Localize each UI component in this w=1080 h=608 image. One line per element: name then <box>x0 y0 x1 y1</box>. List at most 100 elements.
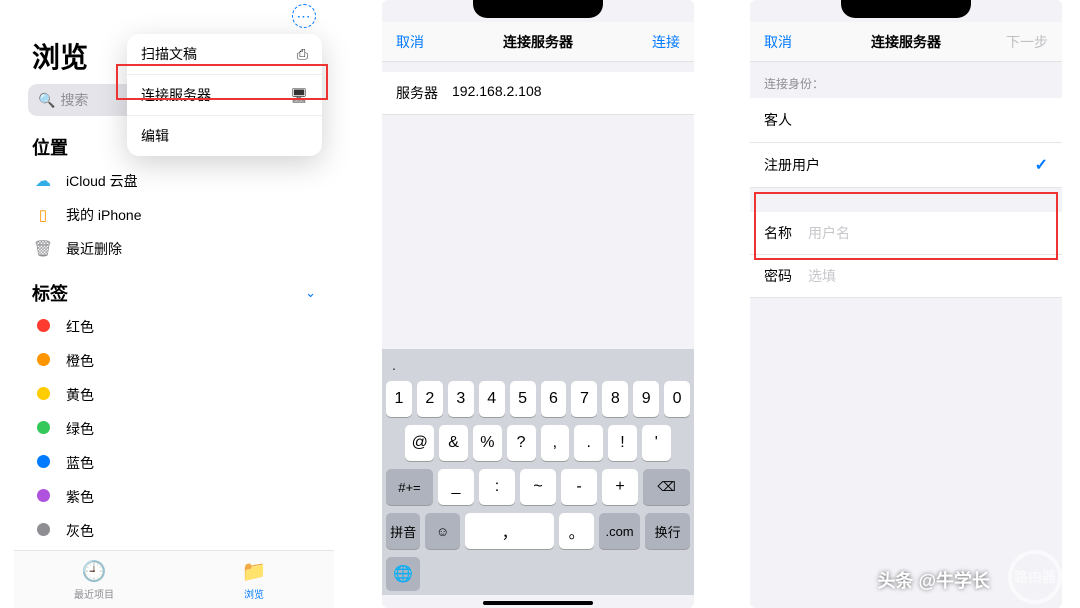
key[interactable]: @ <box>405 425 434 461</box>
username-placeholder: 用户名 <box>808 223 850 243</box>
tag-row[interactable]: 橙色 <box>14 344 334 378</box>
key[interactable]: . <box>574 425 603 461</box>
key[interactable]: 1 <box>386 381 412 417</box>
nav-bar: 取消 连接服务器 下一步 <box>750 22 1062 62</box>
key[interactable]: 5 <box>510 381 536 417</box>
connect-button[interactable]: 连接 <box>652 32 680 52</box>
cancel-button[interactable]: 取消 <box>396 32 424 52</box>
popover-scan[interactable]: 扫描文稿 ⎙ <box>127 34 322 75</box>
tag-label: 橙色 <box>66 351 94 371</box>
cancel-button[interactable]: 取消 <box>764 32 792 52</box>
location-icloud[interactable]: ☁iCloud 云盘 <box>14 164 334 198</box>
trash-icon: 🗑 <box>32 239 54 259</box>
notch <box>473 0 603 18</box>
watermark-text: 头条 @牛学长 <box>877 567 990 593</box>
keyboard-row-3: #+=_:~-+⌫ <box>382 465 694 509</box>
tag-label: 黄色 <box>66 385 94 405</box>
key[interactable]: ? <box>507 425 536 461</box>
key[interactable]: ' <box>642 425 671 461</box>
server-label: 服务器 <box>396 83 452 103</box>
tag-label: 蓝色 <box>66 453 94 473</box>
key-emoji[interactable]: ☺ <box>425 513 459 549</box>
key-dotcom[interactable]: .com <box>599 513 640 549</box>
search-placeholder: 搜索 <box>60 90 88 110</box>
key-globe[interactable]: 🌐 <box>386 557 420 591</box>
key[interactable]: 2 <box>417 381 443 417</box>
key[interactable]: , <box>541 425 570 461</box>
tag-dot-icon <box>32 489 54 505</box>
popover-scan-label: 扫描文稿 <box>141 44 197 64</box>
identity-note: 连接身份： <box>750 62 1062 98</box>
home-indicator[interactable] <box>483 601 593 605</box>
tag-row[interactable]: 蓝色 <box>14 446 334 480</box>
popover-connect-server[interactable]: 连接服务器 🖥 <box>127 75 322 116</box>
key[interactable]: 8 <box>602 381 628 417</box>
key[interactable]: _ <box>438 469 474 505</box>
key[interactable]: 7 <box>571 381 597 417</box>
password-field[interactable]: 密码 选填 <box>750 255 1062 298</box>
key[interactable]: ⌫ <box>643 469 690 505</box>
keyboard-prediction[interactable]: . <box>382 353 694 377</box>
tag-dot-icon <box>32 387 54 403</box>
identity-guest[interactable]: 客人 <box>750 98 1062 143</box>
key[interactable]: 4 <box>479 381 505 417</box>
location-trash[interactable]: 🗑最近删除 <box>14 232 334 266</box>
tag-dot-icon <box>32 353 54 369</box>
key[interactable]: & <box>439 425 468 461</box>
clock-icon: 🕘 <box>82 559 107 584</box>
tag-dot-icon <box>32 319 54 335</box>
key[interactable]: #+= <box>386 469 433 505</box>
tab-browse[interactable]: 📁浏览 <box>174 551 334 608</box>
key[interactable]: : <box>479 469 515 505</box>
nav-title: 连接服务器 <box>871 32 941 52</box>
server-value: 192.168.2.108 <box>452 83 542 103</box>
watermark-badge: 路由器 <box>1008 550 1062 604</box>
key[interactable]: + <box>602 469 638 505</box>
identity-registered[interactable]: 注册用户 ✓ <box>750 143 1062 188</box>
nav-bar: 取消 连接服务器 连接 <box>382 22 694 62</box>
key[interactable]: ! <box>608 425 637 461</box>
key[interactable]: ~ <box>520 469 556 505</box>
key[interactable]: % <box>473 425 502 461</box>
tag-label: 绿色 <box>66 419 94 439</box>
key-return[interactable]: 换行 <box>645 513 690 549</box>
more-menu-button[interactable]: ⋯ <box>292 4 316 28</box>
monitor-icon: 🖥 <box>290 87 308 104</box>
popover-edit[interactable]: 编辑 <box>127 116 322 156</box>
screenshot-browse: ⋯ 浏览 扫描文稿 ⎙ 连接服务器 🖥 编辑 🔍 搜索 位置 ⌄ ☁iCloud… <box>14 0 334 608</box>
tag-row[interactable]: 黄色 <box>14 378 334 412</box>
keyboard: . 1234567890 @&%?,.!' #+=_:~-+⌫ 拼音 ☺ ， 。… <box>382 349 694 595</box>
key[interactable]: - <box>561 469 597 505</box>
key-pinyin[interactable]: 拼音 <box>386 513 420 549</box>
tag-dot-icon <box>32 455 54 471</box>
username-field[interactable]: 名称 用户名 <box>750 212 1062 255</box>
next-button[interactable]: 下一步 <box>1006 32 1048 52</box>
notch <box>841 0 971 18</box>
popover-edit-label: 编辑 <box>141 126 169 146</box>
key-period[interactable]: 。 <box>559 513 593 549</box>
tag-row[interactable]: 灰色 <box>14 514 334 548</box>
more-popover: 扫描文稿 ⎙ 连接服务器 🖥 编辑 <box>127 34 322 156</box>
key[interactable]: 6 <box>541 381 567 417</box>
tags-header[interactable]: 标签 ⌄ <box>14 274 334 310</box>
tag-row[interactable]: 紫色 <box>14 480 334 514</box>
password-placeholder: 选填 <box>808 266 836 286</box>
chevron-down-icon: ⌄ <box>305 285 316 301</box>
popover-connect-label: 连接服务器 <box>141 85 211 105</box>
tag-label: 紫色 <box>66 487 94 507</box>
tab-recents[interactable]: 🕘最近项目 <box>14 551 174 608</box>
location-myiphone[interactable]: ▯我的 iPhone <box>14 198 334 232</box>
search-icon: 🔍 <box>38 92 55 109</box>
key[interactable]: 9 <box>633 381 659 417</box>
screenshot-credentials: 取消 连接服务器 下一步 连接身份： 客人 注册用户 ✓ 名称 用户名 密码 选… <box>750 0 1062 608</box>
tag-row[interactable]: 绿色 <box>14 412 334 446</box>
key[interactable]: 3 <box>448 381 474 417</box>
tag-label: 灰色 <box>66 521 94 541</box>
key[interactable]: 0 <box>664 381 690 417</box>
key-space[interactable]: ， <box>465 513 555 549</box>
server-field[interactable]: 服务器 192.168.2.108 <box>382 72 694 115</box>
tag-dot-icon <box>32 523 54 539</box>
screenshot-connect-server: 取消 连接服务器 连接 服务器 192.168.2.108 . 12345678… <box>382 0 694 608</box>
tag-row[interactable]: 红色 <box>14 310 334 344</box>
keyboard-bottom-row: 拼音 ☺ ， 。 .com 换行 <box>382 509 694 555</box>
